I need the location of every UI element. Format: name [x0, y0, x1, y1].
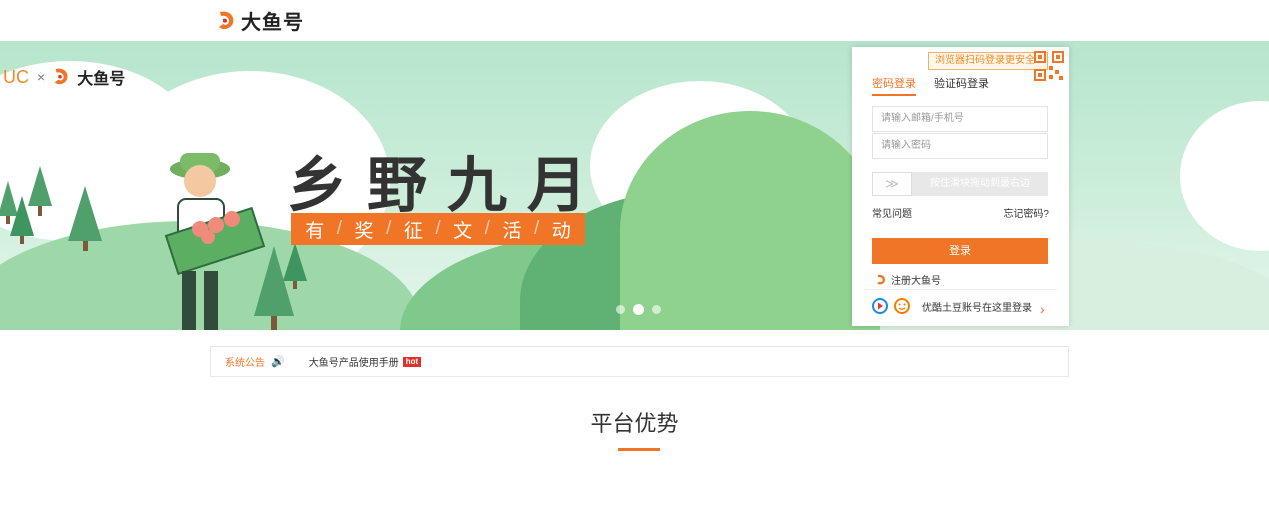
- farmer-illustration: [164, 153, 266, 330]
- subline-separator: /: [336, 218, 343, 239]
- section-title: 平台优势: [590, 411, 679, 436]
- dayu-logo-icon: [54, 68, 68, 85]
- section-underline: [618, 448, 660, 451]
- hill-shape: [620, 111, 880, 330]
- qr-code-icon[interactable]: [1034, 51, 1064, 81]
- tree-illustration: [283, 243, 307, 289]
- subline-char: 有: [305, 220, 325, 242]
- slider-hint: 按住滑块拖动到最右边: [930, 178, 1030, 189]
- hot-badge: hot: [402, 356, 422, 367]
- top-header: 大鱼号: [0, 0, 1269, 41]
- subline-char: 活: [502, 220, 522, 242]
- subline-char: 征: [403, 220, 423, 242]
- tab-password-login[interactable]: 密码登录: [872, 75, 916, 96]
- register-label: 注册大鱼号: [891, 276, 941, 287]
- announcement-bar: 系统公告 🔊 大鱼号产品使用手册 hot: [210, 346, 1069, 377]
- register-link[interactable]: 注册大鱼号: [876, 272, 941, 287]
- subline-separator: /: [533, 218, 540, 239]
- subline-char: 文: [453, 220, 473, 242]
- chevron-right-icon: ›: [1040, 301, 1045, 317]
- cloud-shape: [1180, 101, 1269, 251]
- youku-tudou-login[interactable]: 优酷土豆账号在这里登录 ›: [872, 298, 1045, 317]
- partner-logo: UC × 大鱼号: [3, 65, 125, 89]
- slide-verify[interactable]: ≫ 按住滑块拖动到最右边: [872, 172, 1048, 196]
- subline-separator: /: [386, 218, 392, 239]
- trees-illustration: [0, 166, 102, 251]
- uc-logo-text: UC: [3, 66, 29, 87]
- qr-login-tip[interactable]: 浏览器扫码登录更安全: [928, 52, 1048, 70]
- divider: [864, 289, 1057, 290]
- dayu-logo-icon: [219, 11, 234, 29]
- email-phone-input[interactable]: 请输入邮箱/手机号: [872, 106, 1048, 132]
- slider-handle[interactable]: ≫: [872, 172, 912, 196]
- brand-logo[interactable]: 大鱼号: [217, 6, 304, 35]
- subline-separator: /: [435, 218, 441, 239]
- banner-subline: 有 / 奖 / 征 / 文 / 活 / 动: [291, 213, 585, 245]
- tab-code-login[interactable]: 验证码登录: [934, 75, 989, 96]
- subline-separator: /: [484, 218, 490, 239]
- banner-headline: 乡野九月: [287, 151, 607, 221]
- youku-icon: [872, 298, 888, 314]
- announcement-link[interactable]: 大鱼号产品使用手册: [309, 354, 399, 369]
- forgot-password-link[interactable]: 忘记密码?: [1003, 205, 1049, 220]
- password-input[interactable]: 请输入密码: [872, 133, 1048, 159]
- login-panel: 浏览器扫码登录更安全 密码登录 验证码登录 请输入邮箱/手机号 请输入密码 ≫ …: [852, 47, 1069, 326]
- tudou-icon: [894, 298, 910, 314]
- subline-char: 动: [551, 220, 571, 242]
- carousel-dot[interactable]: [616, 305, 625, 314]
- third-party-label: 优酷土豆账号在这里登录: [922, 302, 1032, 314]
- login-tabs: 密码登录 验证码登录: [872, 75, 989, 96]
- partner-brand-name: 大鱼号: [77, 71, 126, 88]
- carousel-indicators: [616, 304, 661, 315]
- brand-name: 大鱼号: [241, 12, 304, 34]
- dayu-logo-icon: [877, 274, 886, 284]
- speaker-icon: 🔊: [271, 356, 285, 368]
- carousel-dot[interactable]: [633, 304, 644, 315]
- subline-char: 奖: [354, 220, 374, 242]
- cross-symbol: ×: [37, 69, 46, 85]
- login-button[interactable]: 登录: [872, 238, 1048, 264]
- double-chevron-right-icon: ≫: [885, 176, 899, 191]
- faq-link[interactable]: 常见问题: [872, 205, 912, 220]
- carousel-dot[interactable]: [652, 305, 661, 314]
- announcement-label[interactable]: 系统公告: [225, 354, 265, 369]
- hero-banner[interactable]: UC × 大鱼号 乡野九月 有 / 奖 / 征 / 文 / 活 / 动: [0, 41, 1269, 330]
